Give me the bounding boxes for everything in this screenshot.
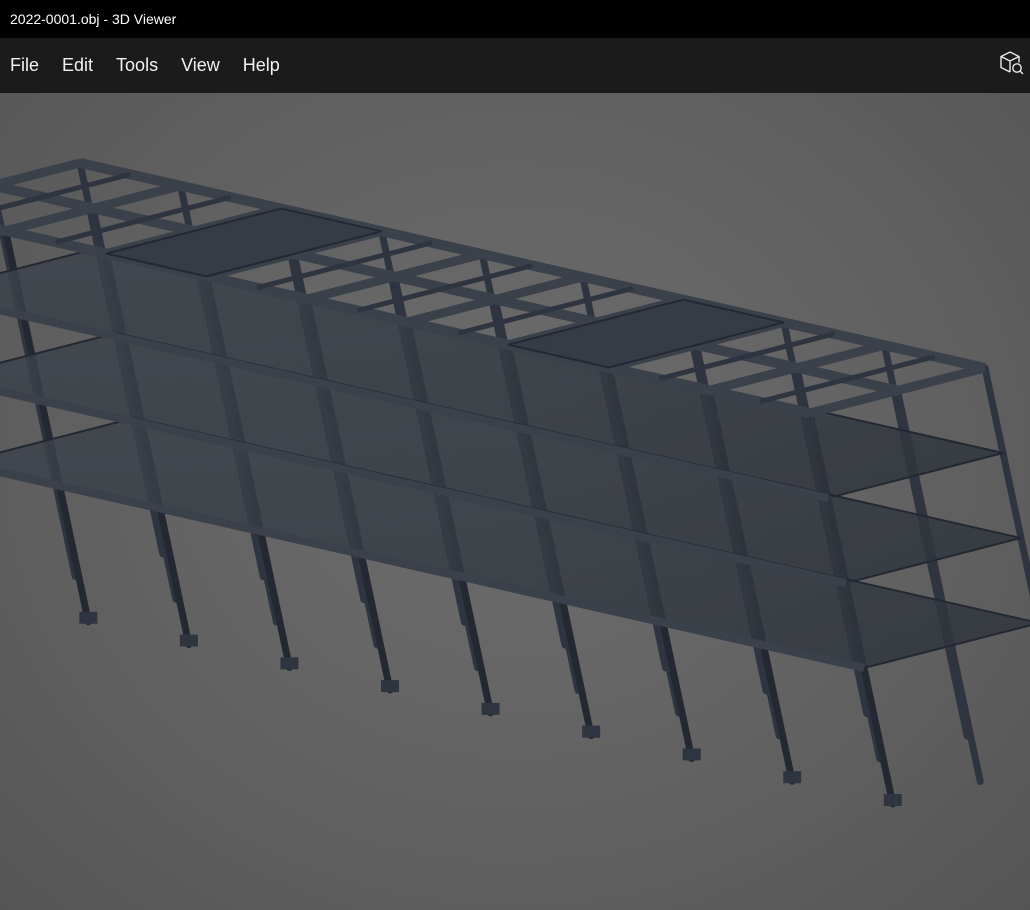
pile-cap — [179, 634, 198, 647]
3d-object-search-icon[interactable] — [997, 49, 1025, 82]
building-model[interactable] — [0, 93, 1030, 910]
menu-view[interactable]: View — [171, 38, 230, 93]
menu-edit[interactable]: Edit — [52, 38, 103, 93]
menu-bar: File Edit Tools View Help — [0, 38, 1030, 93]
menu-file[interactable]: File — [0, 38, 49, 93]
app-window: 2022-0001.obj - 3D Viewer File Edit Tool… — [0, 0, 1030, 910]
3d-viewport[interactable] — [0, 93, 1030, 910]
pile-cap — [481, 702, 500, 715]
pile-cap — [783, 771, 802, 784]
pile-cap — [682, 748, 701, 761]
pile-cap — [883, 794, 902, 806]
pile-cap — [381, 680, 400, 693]
title-bar: 2022-0001.obj - 3D Viewer — [0, 0, 1030, 38]
menu-tools[interactable]: Tools — [106, 38, 168, 93]
toolbar-right — [996, 50, 1026, 80]
pile-cap — [79, 611, 98, 624]
pile-cap — [582, 725, 601, 738]
menu-help[interactable]: Help — [233, 38, 290, 93]
column — [981, 364, 1030, 598]
window-title: 2022-0001.obj - 3D Viewer — [10, 11, 177, 27]
pile-cap — [280, 657, 299, 670]
